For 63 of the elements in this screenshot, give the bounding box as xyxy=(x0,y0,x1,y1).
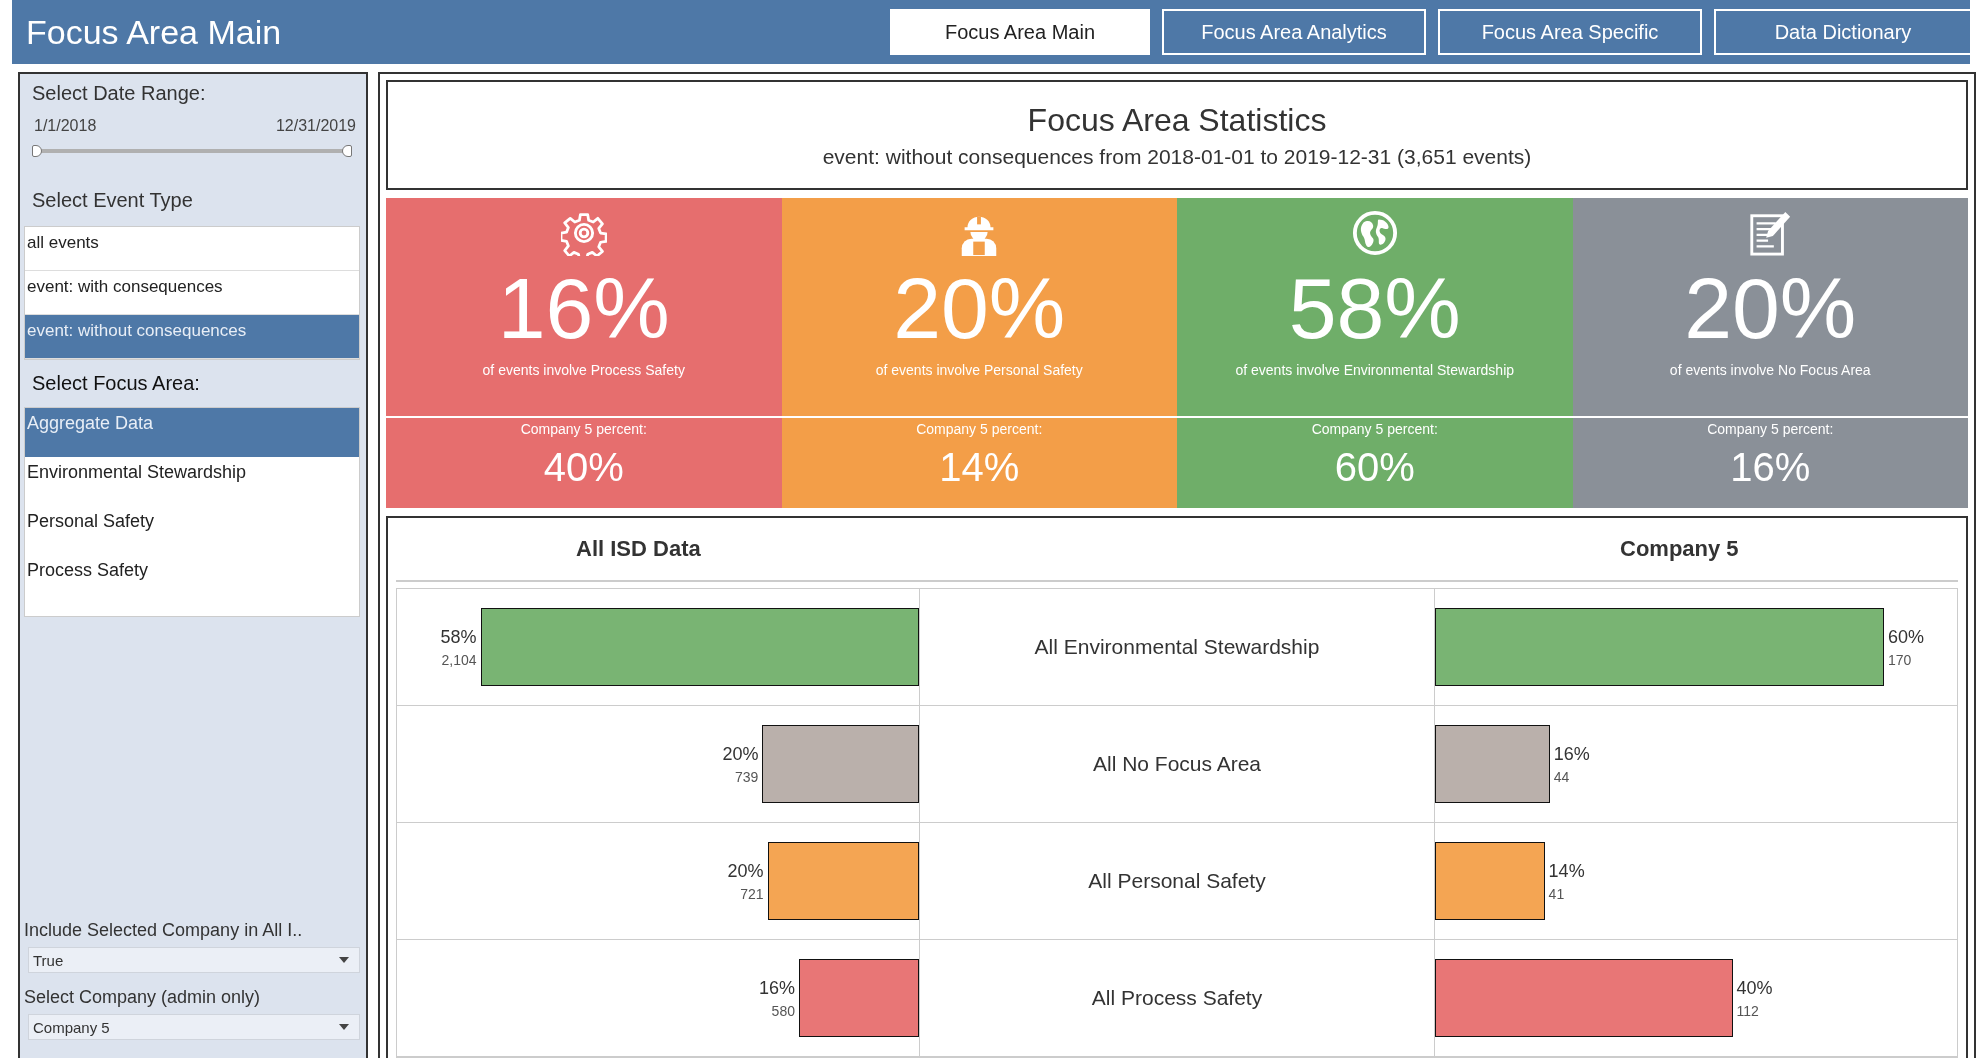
bar-percent: 20% xyxy=(727,860,764,882)
company-percent: 40% xyxy=(543,445,624,490)
category-label: All Personal Safety xyxy=(1088,869,1266,893)
nav-tab[interactable]: Focus Area Analytics xyxy=(1162,9,1426,55)
company-label: Company 5 percent: xyxy=(1707,421,1834,437)
tile-caption: of events involve No Focus Area xyxy=(1669,362,1871,378)
filter-label: Select Date Range: xyxy=(32,82,207,105)
percent-value: 16% xyxy=(497,260,670,356)
tile-caption: of events involve Personal Safety xyxy=(875,362,1083,378)
bar-count: 721 xyxy=(740,885,764,902)
bar-percent: 58% xyxy=(440,626,477,648)
tile-caption: of events involve Process Safety xyxy=(482,362,685,378)
bar-count: 2,104 xyxy=(441,651,477,668)
caret-icon xyxy=(339,1024,349,1030)
company-percent: 60% xyxy=(1334,445,1415,490)
bar-count: 44 xyxy=(1553,768,1570,785)
page-title: Focus Area Main xyxy=(26,12,282,52)
bar-percent: 40% xyxy=(1736,977,1773,999)
nav-tab[interactable]: Focus Area Specific xyxy=(1438,9,1702,55)
bar-count: 112 xyxy=(1736,1002,1759,1019)
stats-title: Focus Area Statistics xyxy=(1027,101,1327,139)
percent-value: 58% xyxy=(1288,260,1461,356)
bar-percent: 14% xyxy=(1548,860,1585,882)
bar-percent: 60% xyxy=(1887,626,1924,648)
focus-area-option[interactable]: Personal Safety xyxy=(25,506,359,555)
gear-icon xyxy=(560,210,607,256)
bar-count: 41 xyxy=(1548,885,1565,902)
stats-subtitle: event: without consequences from 2018-01-01 to 2019-12-31 (3,651 events) xyxy=(822,144,1532,169)
category-label: All Environmental Stewardship xyxy=(1034,635,1320,659)
company-label: Company 5 percent: xyxy=(520,421,647,437)
dropdown[interactable]: Company 5 xyxy=(28,1014,360,1040)
company-percent: 14% xyxy=(939,445,1020,490)
percent-value: 20% xyxy=(893,260,1066,356)
filter-label: Select Company (admin only) xyxy=(24,987,262,1008)
column-heading: Company 5 xyxy=(1620,536,1739,562)
event-type-option[interactable]: all events xyxy=(25,227,359,271)
end-date: 12/31/2019 xyxy=(275,117,356,135)
nav-tab[interactable]: Focus Area Main xyxy=(890,9,1150,55)
tile-caption: of events involve Environmental Stewardship xyxy=(1235,362,1515,378)
bar-percent: 16% xyxy=(758,977,795,999)
filter-label: Select Event Type xyxy=(32,189,194,212)
dropdown[interactable]: True xyxy=(28,947,360,973)
company-label: Company 5 percent: xyxy=(916,421,1043,437)
category-label: All No Focus Area xyxy=(1092,752,1262,776)
start-date: 1/1/2018 xyxy=(34,117,97,135)
nav-tab[interactable]: Data Dictionary xyxy=(1714,9,1970,55)
bar-count: 580 xyxy=(771,1002,795,1019)
bar-count: 739 xyxy=(735,768,759,785)
focus-area-option[interactable]: Process Safety xyxy=(25,555,359,604)
column-heading: All ISD Data xyxy=(576,536,701,562)
caret-icon xyxy=(339,957,349,963)
company-label: Company 5 percent: xyxy=(1311,421,1438,437)
bar-count: 170 xyxy=(1887,651,1912,668)
filter-label: Select Focus Area: xyxy=(32,372,201,395)
company-percent: 16% xyxy=(1730,445,1811,490)
filter-label: Include Selected Company in All I.. xyxy=(24,920,304,941)
focus-area-option[interactable]: Environmental Stewardship xyxy=(25,457,359,506)
bar-percent: 16% xyxy=(1553,743,1590,765)
bar-percent: 20% xyxy=(722,743,759,765)
category-label: All Process Safety xyxy=(1091,986,1263,1010)
percent-value: 20% xyxy=(1684,260,1857,356)
event-type-option[interactable]: event: without consequences xyxy=(25,315,359,359)
focus-area-option[interactable]: Aggregate Data xyxy=(25,408,359,457)
